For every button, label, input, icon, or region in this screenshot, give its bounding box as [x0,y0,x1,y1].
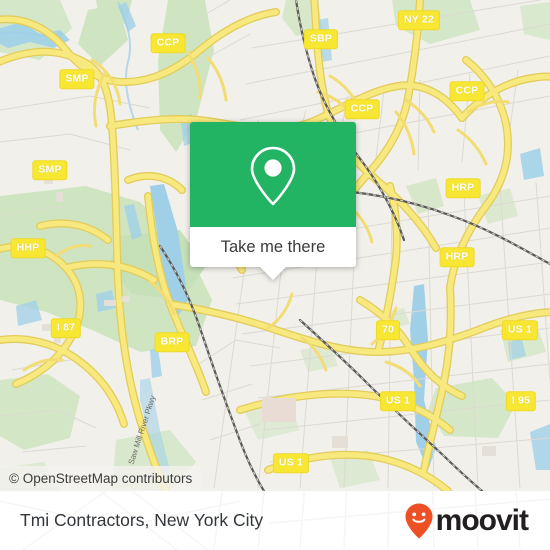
highway-shield: HHP [10,238,46,258]
highway-shield: 70 [375,320,401,340]
take-me-there-button[interactable]: Take me there [190,227,356,267]
highway-shield: HRP [445,178,481,198]
highway-shield: CCP [150,33,186,53]
map-callout-card[interactable]: Take me there [190,122,356,280]
highway-shield: SMP [59,69,95,89]
callout-icon-area [190,122,356,227]
osm-attribution-text: © OpenStreetMap contributors [9,471,193,486]
moovit-smiley-pin-icon [405,503,433,538]
location-pin-icon [250,146,296,205]
highway-shield: I 95 [505,391,537,411]
highway-shield: HRP [439,247,475,267]
moovit-wordmark: moovit [435,503,529,537]
highway-shield: SBP [303,29,339,49]
take-me-there-label: Take me there [220,237,326,256]
callout-pointer [260,267,286,280]
moovit-map-screenshot: CCP SBP NY 22 CCP CCP SMP SMP HRP HRP HHP I 87 BRP 7… [0,0,550,550]
highway-shield: US 1 [379,391,417,411]
highway-shield: CCP [344,99,380,119]
highway-shield: US 1 [501,320,539,340]
moovit-brand[interactable]: moovit [404,502,529,540]
highway-shield: I 87 [50,318,82,338]
footer-bar: Tmi Contractors, New York City moovit [0,491,550,550]
highway-shield: SMP [32,160,68,180]
footer-content: Tmi Contractors, New York City moovit [0,491,550,550]
highway-shield: NY 22 [398,10,440,30]
osm-attribution[interactable]: © OpenStreetMap contributors [0,466,202,491]
highway-shield: US 1 [272,453,310,473]
highway-shield: CCP [449,81,485,101]
place-title: Tmi Contractors, New York City [20,510,264,530]
highway-shield: BRP [154,332,190,352]
